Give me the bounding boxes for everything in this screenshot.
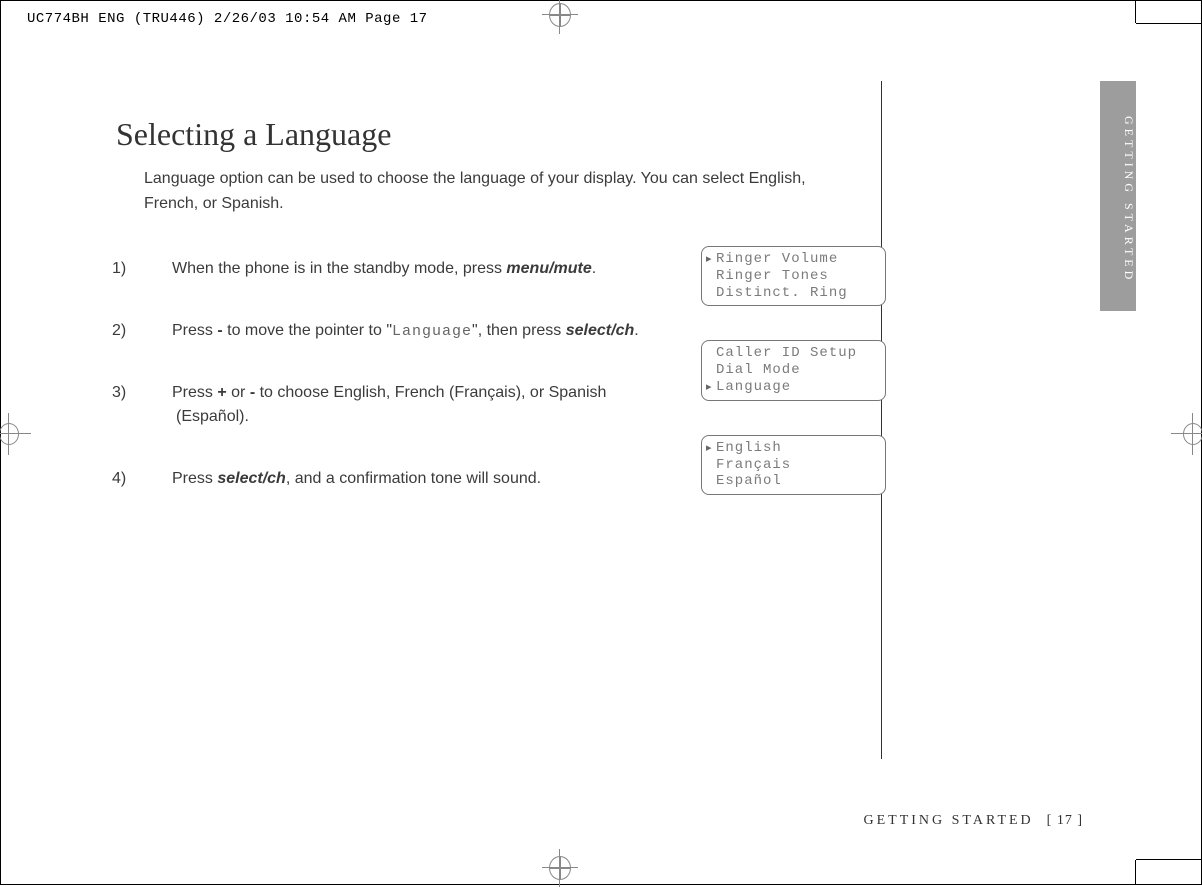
- lcd-word-language: Language: [392, 323, 472, 340]
- steps-list: 1)When the phone is in the standby mode,…: [144, 257, 674, 492]
- step-4: 4)Press select/ch, and a confirmation to…: [144, 467, 674, 491]
- crop-mark-icon: [1135, 860, 1136, 884]
- lcd-line: Français: [716, 457, 791, 473]
- page-sheet: UC774BH ENG (TRU446) 2/26/03 10:54 AM Pa…: [0, 0, 1202, 885]
- page-title: Selecting a Language: [116, 116, 871, 153]
- step-number: 3): [144, 381, 172, 405]
- key-select-ch: select/ch: [217, 470, 285, 487]
- step-number: 2): [144, 319, 172, 343]
- page-footer: GETTING STARTED [ 17 ]: [863, 813, 1083, 829]
- print-header: UC774BH ENG (TRU446) 2/26/03 10:54 AM Pa…: [27, 11, 428, 27]
- lcd-screen-3: English Français Español: [701, 435, 886, 495]
- step-3: 3)Press + or - to choose English, French…: [144, 381, 674, 429]
- key-menu-mute: menu/mute: [506, 260, 591, 277]
- registration-mark-icon: [549, 856, 571, 880]
- pointer-icon: [706, 379, 716, 396]
- registration-mark-icon: [1183, 423, 1202, 445]
- pointer-icon: [706, 440, 716, 457]
- crop-mark-icon: [1136, 859, 1201, 860]
- step-1: 1)When the phone is in the standby mode,…: [144, 257, 674, 281]
- lcd-line: Dial Mode: [716, 362, 801, 378]
- lcd-line: Español: [716, 473, 782, 489]
- lcd-line: Language: [716, 379, 791, 395]
- step-2: 2)Press - to move the pointer to "Langua…: [144, 319, 674, 344]
- step-number: 1): [144, 257, 172, 281]
- plus-key: +: [217, 384, 226, 401]
- step-number: 4): [144, 467, 172, 491]
- registration-mark-icon: [549, 3, 571, 27]
- crop-mark-icon: [1135, 1, 1136, 23]
- lcd-screen-2: Caller ID Setup Dial Mode Language: [701, 340, 886, 400]
- key-select-ch: select/ch: [566, 322, 634, 339]
- lcd-line: Caller ID Setup: [716, 345, 857, 361]
- lcd-line: English: [716, 440, 782, 456]
- registration-mark-icon: [0, 423, 19, 445]
- section-tab: GETTING STARTED: [1100, 81, 1136, 311]
- lcd-line: Ringer Tones: [716, 268, 829, 284]
- intro-paragraph: Language option can be used to choose th…: [144, 167, 844, 217]
- footer-section: GETTING STARTED: [863, 813, 1033, 828]
- crop-mark-icon: [1136, 23, 1201, 24]
- pointer-icon: [706, 251, 716, 268]
- footer-page-number: [ 17 ]: [1047, 813, 1083, 828]
- lcd-screens: Ringer Volume Ringer Tones Distinct. Rin…: [701, 246, 886, 529]
- lcd-line: Ringer Volume: [716, 251, 838, 267]
- lcd-line: Distinct. Ring: [716, 285, 848, 301]
- lcd-screen-1: Ringer Volume Ringer Tones Distinct. Rin…: [701, 246, 886, 306]
